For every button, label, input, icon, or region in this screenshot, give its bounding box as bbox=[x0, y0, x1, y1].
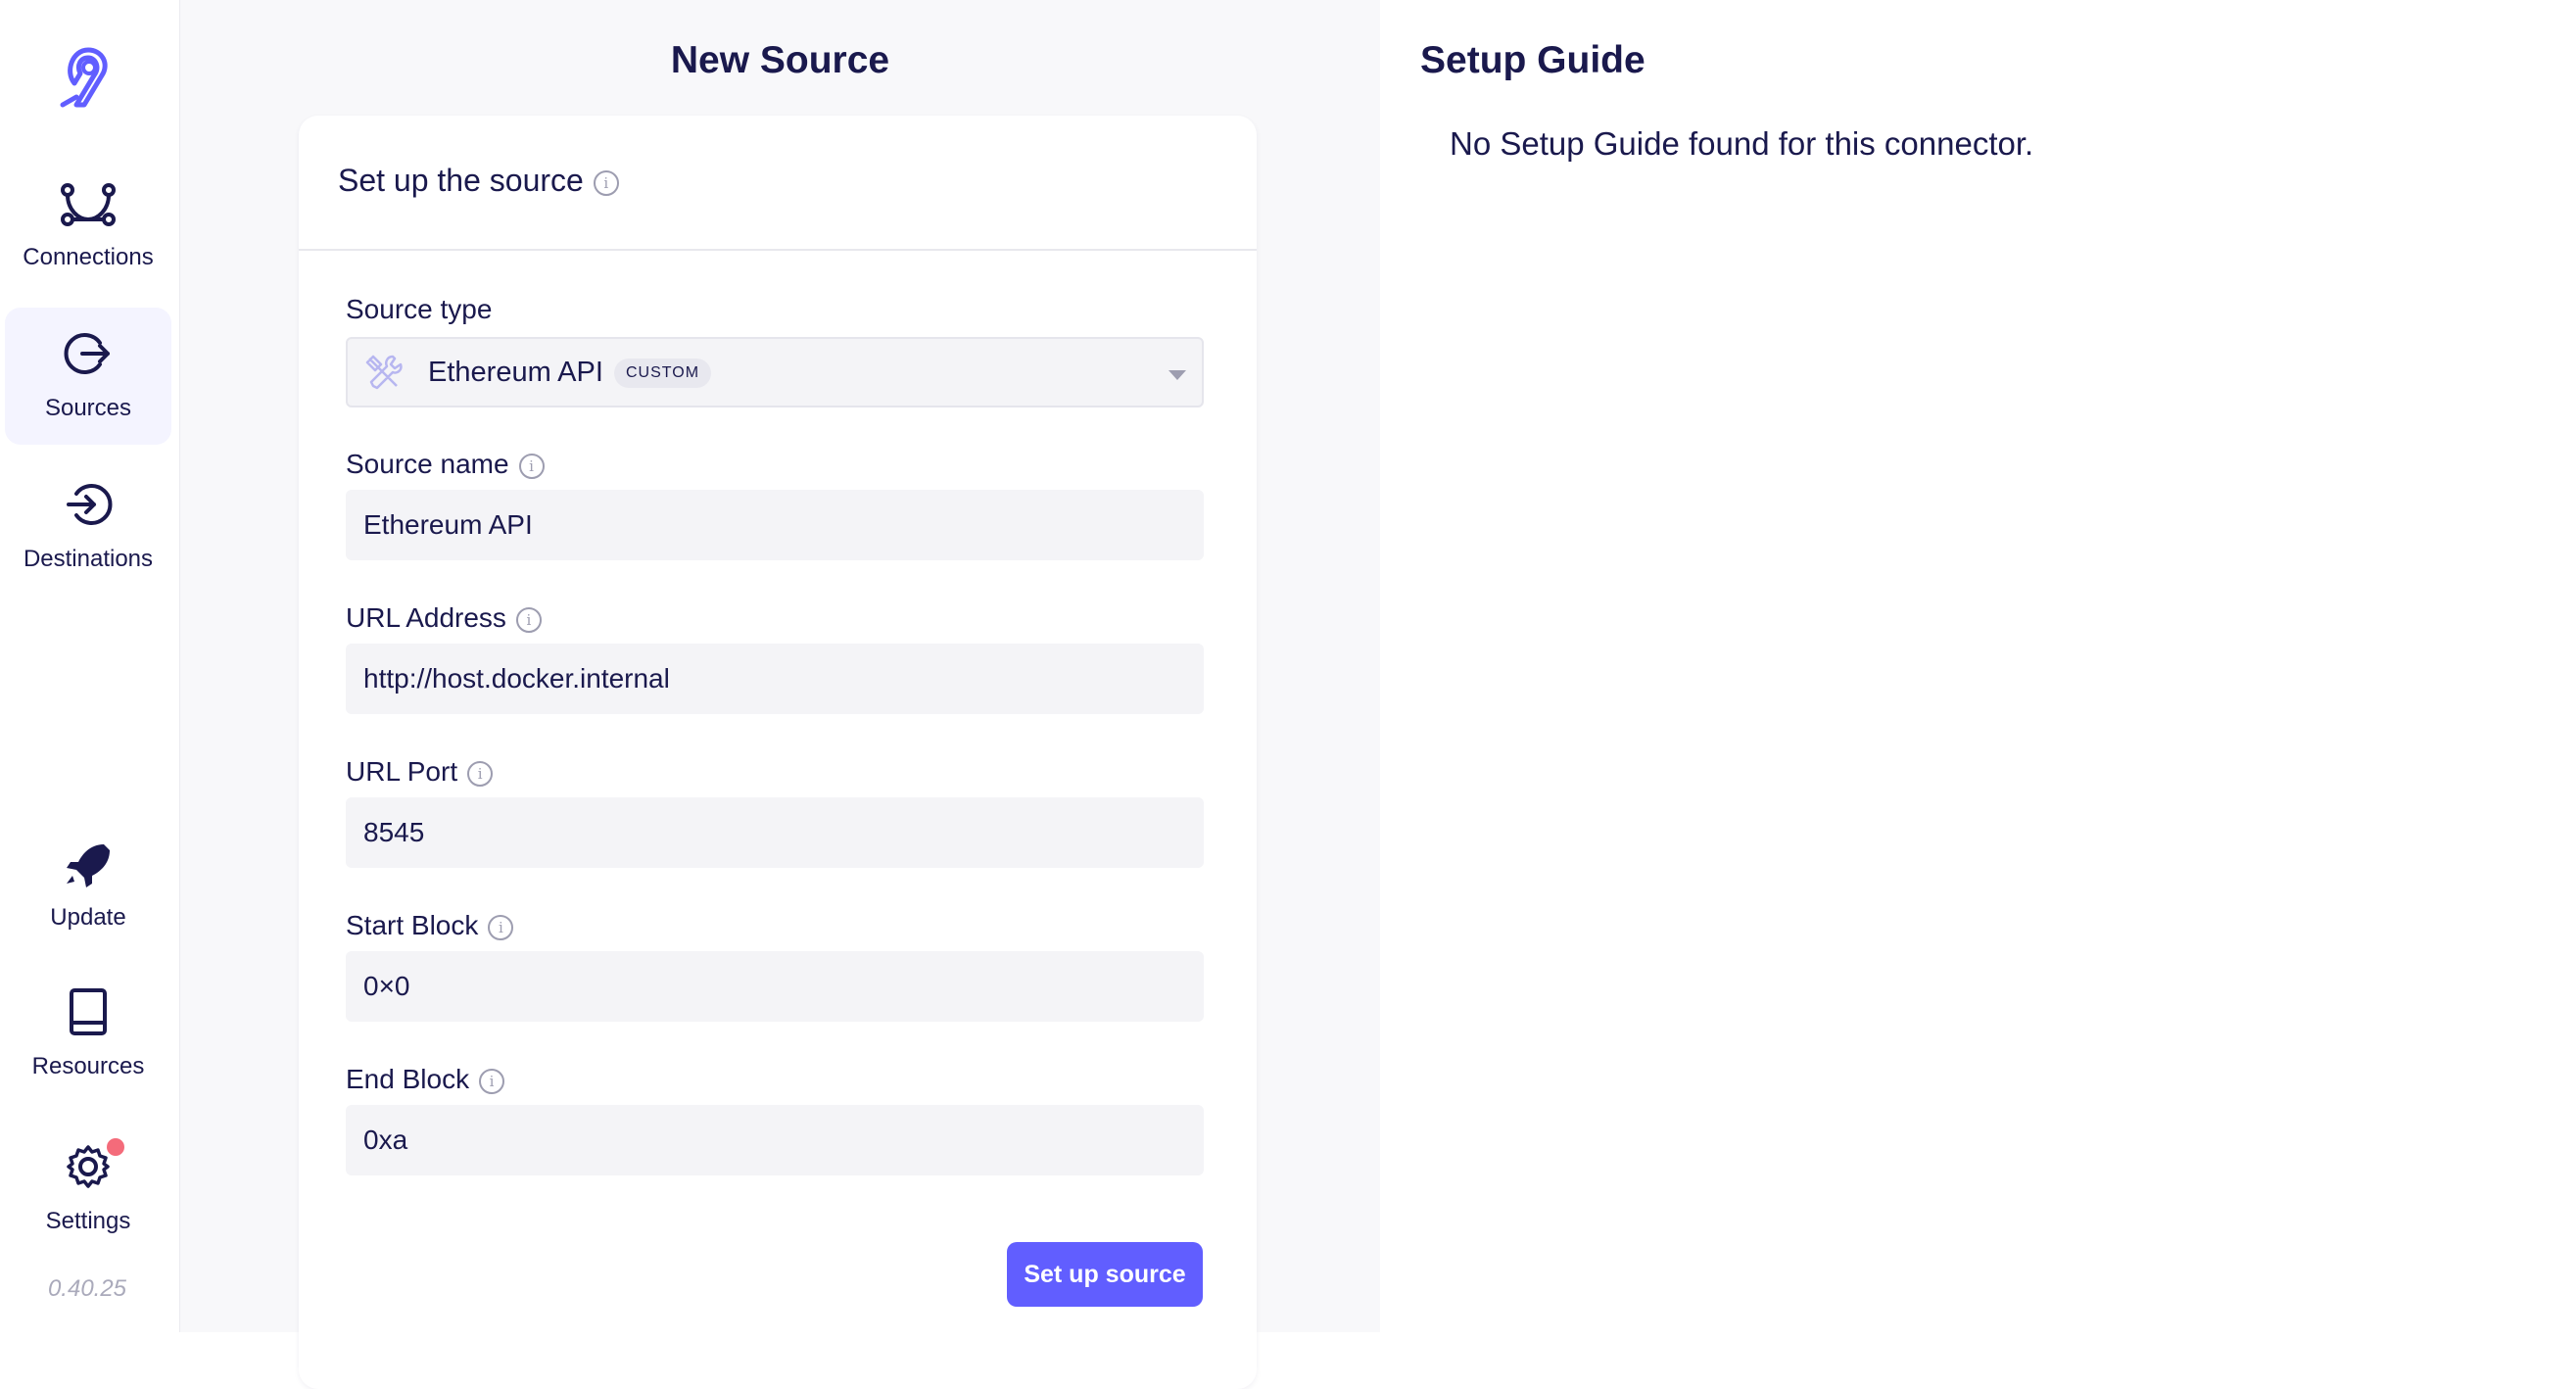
info-icon[interactable]: i bbox=[593, 169, 619, 196]
sidebar-item-label: Connections bbox=[23, 244, 154, 270]
sidebar-item-label: Settings bbox=[45, 1208, 131, 1234]
url-address-label: URL Address i bbox=[346, 602, 542, 634]
main-content: New Source Set up the source i Source typ… bbox=[180, 0, 1380, 1389]
app-version: 0.40.25 bbox=[47, 1275, 127, 1302]
info-icon[interactable]: i bbox=[518, 453, 545, 479]
url-port-input[interactable]: 8545 bbox=[346, 797, 1204, 868]
source-type-label: Source type bbox=[346, 294, 493, 324]
sidebar: Connections Sources Destinations Update … bbox=[0, 0, 180, 1332]
book-icon bbox=[70, 988, 107, 1035]
url-port-label: URL Port i bbox=[346, 756, 494, 788]
end-block-label: End Block i bbox=[346, 1064, 505, 1095]
sidebar-item-update[interactable]: Update bbox=[5, 817, 171, 954]
airbyte-logo-icon[interactable] bbox=[55, 44, 121, 111]
set-up-source-button[interactable]: Set up source bbox=[1007, 1242, 1203, 1307]
setup-guide-text: No Setup Guide found for this connector. bbox=[1450, 125, 2034, 162]
sidebar-item-resources[interactable]: Resources bbox=[5, 966, 171, 1103]
info-icon[interactable]: i bbox=[479, 1068, 505, 1094]
start-block-input[interactable]: 0×0 bbox=[346, 951, 1204, 1022]
sources-icon bbox=[64, 333, 110, 374]
card-header: Set up the source i bbox=[299, 116, 1257, 251]
sidebar-item-label: Resources bbox=[31, 1053, 145, 1079]
wrench-icon bbox=[365, 355, 403, 390]
sidebar-item-label: Update bbox=[50, 904, 126, 931]
notification-dot bbox=[107, 1138, 124, 1156]
info-icon[interactable]: i bbox=[515, 606, 542, 633]
end-block-input[interactable]: 0xa bbox=[346, 1105, 1204, 1175]
setup-guide-panel: Setup Guide No Setup Guide found for thi… bbox=[1381, 0, 2576, 1332]
custom-badge: CUSTOM bbox=[614, 359, 712, 388]
start-block-label: Start Block i bbox=[346, 910, 514, 941]
setup-guide-title: Setup Guide bbox=[1420, 39, 1646, 81]
card-title: Set up the source i bbox=[338, 163, 619, 199]
page-title: New Source bbox=[670, 39, 890, 81]
source-form-card: Set up the source i Source type Ethereum … bbox=[299, 116, 1257, 1389]
destinations-icon bbox=[67, 484, 113, 525]
source-name-label: Source name i bbox=[346, 449, 545, 480]
source-type-select[interactable]: Ethereum API CUSTOM bbox=[346, 337, 1204, 407]
sidebar-item-label: Sources bbox=[44, 395, 132, 421]
info-icon[interactable]: i bbox=[488, 914, 514, 940]
url-address-input[interactable]: http://host.docker.internal bbox=[346, 644, 1204, 714]
source-name-input[interactable]: Ethereum API bbox=[346, 490, 1204, 560]
source-type-value: Ethereum API bbox=[428, 357, 603, 388]
info-icon[interactable]: i bbox=[467, 760, 494, 787]
sidebar-item-connections[interactable]: Connections bbox=[5, 157, 171, 294]
connections-icon bbox=[61, 183, 116, 226]
sidebar-item-label: Destinations bbox=[23, 546, 154, 572]
chevron-down-icon bbox=[1169, 370, 1186, 380]
sidebar-item-sources[interactable]: Sources bbox=[5, 308, 171, 445]
rocket-icon bbox=[67, 844, 110, 887]
sidebar-item-settings[interactable]: Settings bbox=[5, 1121, 171, 1258]
sidebar-item-destinations[interactable]: Destinations bbox=[5, 458, 171, 596]
